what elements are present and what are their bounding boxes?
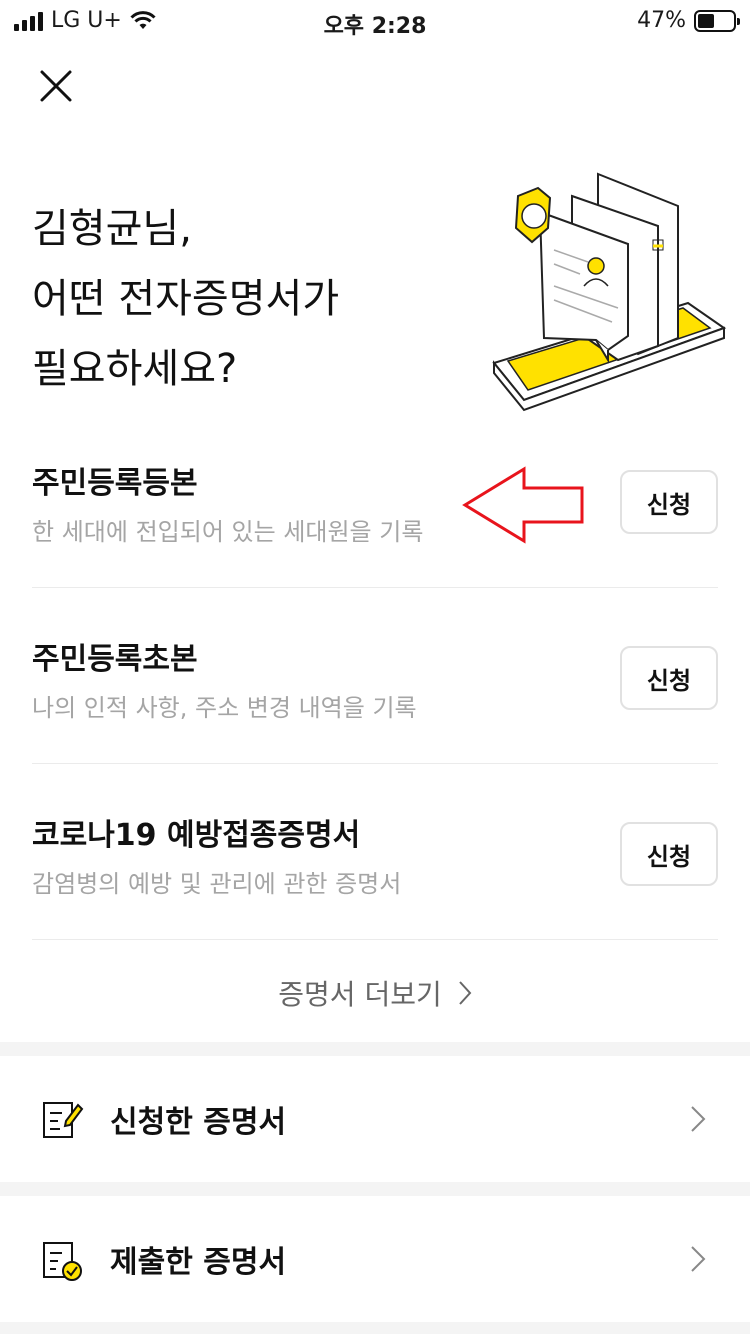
title-highlight: 어떤 전자증명서	[32, 264, 303, 334]
section-divider	[0, 1042, 750, 1056]
applied-certificates-row[interactable]: 신청한 증명서	[0, 1056, 750, 1182]
certificate-description: 한 세대에 전입되어 있는 세대원을 기록	[32, 518, 424, 546]
phone-document-illustration	[492, 172, 727, 412]
battery-percent: 47%	[637, 8, 686, 33]
certificate-list: 주민등록등본 한 세대에 전입되어 있는 세대원을 기록 신청 주민등록초본 나…	[32, 412, 718, 940]
status-bar: LG U+ 오후 2:28 47%	[0, 0, 750, 40]
title-line-2: 어떤 전자증명서가	[32, 264, 339, 334]
submitted-document-icon	[43, 1242, 82, 1281]
chevron-right-icon	[691, 1106, 706, 1132]
apply-button[interactable]: 신청	[620, 822, 718, 886]
more-certificates-link[interactable]: 증명서 더보기	[0, 968, 750, 1018]
apply-button[interactable]: 신청	[620, 470, 718, 534]
submitted-certificates-label: 제출한 증명서	[110, 1245, 287, 1280]
status-right: 47%	[637, 8, 740, 33]
battery-icon	[694, 9, 740, 32]
submitted-certificates-row[interactable]: 제출한 증명서	[0, 1196, 750, 1322]
page-title: 김형균님, 어떤 전자증명서가 필요하세요?	[32, 194, 339, 404]
list-item: 주민등록초본 나의 인적 사항, 주소 변경 내역을 기록 신청	[32, 588, 718, 764]
applied-certificates-label: 신청한 증명서	[110, 1105, 287, 1140]
section-divider	[0, 1322, 750, 1334]
title-line-1: 김형균님,	[32, 206, 192, 252]
list-item: 코로나19 예방접종증명서 감염병의 예방 및 관리에 관한 증명서 신청	[32, 764, 718, 940]
list-item: 주민등록등본 한 세대에 전입되어 있는 세대원을 기록 신청	[32, 412, 718, 588]
chevron-right-icon	[691, 1246, 706, 1272]
title-line-2-rest: 가	[302, 276, 340, 322]
section-divider	[0, 1182, 750, 1196]
edit-document-icon	[43, 1102, 84, 1138]
certificate-title: 주민등록등본	[32, 466, 198, 501]
more-link-label: 증명서 더보기	[278, 978, 442, 1011]
certificate-title: 코로나19 예방접종증명서	[32, 818, 361, 853]
certificate-description: 나의 인적 사항, 주소 변경 내역을 기록	[32, 694, 417, 722]
battery-fill	[698, 13, 714, 28]
apply-button[interactable]: 신청	[620, 646, 718, 710]
certificate-description: 감염병의 예방 및 관리에 관한 증명서	[32, 870, 402, 898]
chevron-right-icon	[458, 981, 472, 1005]
certificate-title: 주민등록초본	[32, 642, 198, 677]
title-line-3: 필요하세요?	[32, 346, 238, 392]
close-icon[interactable]	[36, 66, 76, 106]
